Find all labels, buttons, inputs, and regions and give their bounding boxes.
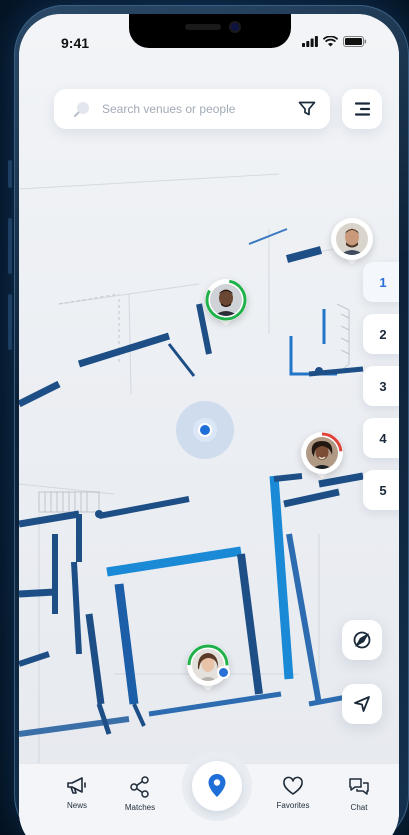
search-input[interactable]: Search venues or people bbox=[102, 102, 296, 116]
volume-up-button bbox=[8, 218, 12, 274]
wifi-icon bbox=[323, 36, 338, 47]
nav-favorites-label: Favorites bbox=[276, 801, 310, 810]
mute-switch bbox=[8, 160, 12, 188]
nav-chat-label: Chat bbox=[350, 803, 368, 812]
nav-news-label: News bbox=[66, 801, 87, 810]
navigation-arrow-icon bbox=[354, 696, 370, 712]
floor-selector: 1 2 3 4 5 bbox=[363, 262, 399, 522]
nav-news[interactable]: News bbox=[47, 776, 107, 810]
battery-icon bbox=[343, 36, 367, 47]
verified-badge-icon bbox=[217, 666, 230, 679]
avatar bbox=[336, 223, 368, 255]
status-bar: 9:41 bbox=[19, 32, 399, 52]
megaphone-icon bbox=[67, 777, 86, 794]
signal-icon bbox=[302, 36, 318, 47]
status-icons bbox=[302, 36, 367, 47]
chat-bubbles-icon bbox=[349, 778, 369, 795]
avatar bbox=[306, 437, 338, 469]
search-bar[interactable]: Search venues or people bbox=[54, 89, 330, 129]
nav-favorites[interactable]: Favorites bbox=[263, 776, 323, 810]
nav-chat[interactable]: Chat bbox=[329, 776, 389, 812]
share-nodes-icon bbox=[130, 776, 149, 798]
nav-matches[interactable]: Matches bbox=[110, 776, 170, 812]
floor-button-4[interactable]: 4 bbox=[363, 418, 399, 458]
person-pin-bottom[interactable] bbox=[187, 644, 230, 692]
compass-button[interactable] bbox=[342, 620, 382, 660]
avatar bbox=[210, 284, 242, 316]
floor-button-3[interactable]: 3 bbox=[363, 366, 399, 406]
status-time: 9:41 bbox=[61, 35, 90, 51]
app-screen: 9:41 Search venues or people 1 2 3 4 5 N… bbox=[19, 14, 399, 835]
floor-button-2[interactable]: 2 bbox=[363, 314, 399, 354]
menu-button[interactable] bbox=[342, 89, 382, 129]
speaker-grille bbox=[185, 24, 221, 30]
menu-icon bbox=[354, 102, 371, 116]
heart-icon bbox=[283, 776, 303, 795]
location-pin-icon bbox=[208, 774, 226, 797]
person-pin-center[interactable] bbox=[205, 279, 247, 327]
floor-button-1[interactable]: 1 bbox=[363, 262, 399, 302]
compass-icon bbox=[353, 631, 371, 649]
nav-matches-label: Matches bbox=[124, 803, 156, 812]
filter-icon[interactable] bbox=[296, 98, 318, 120]
search-icon bbox=[70, 97, 94, 121]
locate-me-button[interactable] bbox=[342, 684, 382, 724]
person-pin-right[interactable] bbox=[301, 432, 343, 480]
my-location-dot bbox=[198, 423, 212, 437]
floor-button-5[interactable]: 5 bbox=[363, 470, 399, 510]
volume-down-button bbox=[8, 294, 12, 350]
nav-map-button[interactable] bbox=[182, 751, 252, 821]
person-pin-top-right[interactable] bbox=[331, 218, 373, 266]
